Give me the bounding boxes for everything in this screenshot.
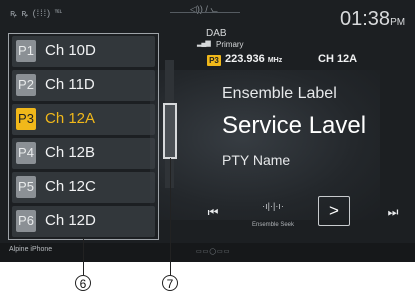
- preset-label: Ch 12D: [45, 212, 96, 229]
- preset-item[interactable]: P5 Ch 12C: [12, 172, 155, 203]
- clock-time: 01:38: [340, 8, 391, 30]
- preset-number: P2: [16, 74, 36, 96]
- scrollbar-thumb[interactable]: [163, 103, 177, 159]
- ensemble-seek-label[interactable]: Ensemble Seek: [240, 222, 306, 228]
- preset-number: P4: [16, 142, 36, 164]
- source-label[interactable]: Alpine iPhone: [9, 246, 52, 253]
- preset-label: Ch 12B: [45, 144, 96, 161]
- frequency: 223.936 MHz: [225, 53, 282, 65]
- callout-7: 7: [162, 275, 178, 291]
- status-icons: ꝶ ꝶ (⁞⁞⁞) ℡: [10, 8, 63, 18]
- status-bar: ꝶ ꝶ (⁞⁞⁞) ℡ ◁)) / ⦦ 01:38PM: [0, 0, 415, 30]
- radio-screen: ꝶ ꝶ (⁞⁞⁞) ℡ ◁)) / ⦦ 01:38PM P1 Ch 10D P2…: [0, 0, 415, 262]
- callout-line-7: [170, 158, 171, 275]
- preset-number: P3: [16, 108, 36, 130]
- signal-strength-icon: ▂▄▆: [197, 40, 211, 47]
- clock: 01:38PM: [340, 8, 405, 31]
- band-label: DAB: [206, 28, 227, 39]
- preset-list: P1 Ch 10D P2 Ch 11D P3 Ch 12A P4 Ch 12B …: [8, 33, 159, 240]
- next-page-button[interactable]: >: [318, 196, 350, 226]
- volume-icon[interactable]: ◁)) / ⦦: [190, 4, 218, 15]
- preset-label: Ch 12A: [45, 110, 96, 127]
- channel-label: CH 12A: [318, 53, 358, 65]
- preset-label: Ch 11D: [45, 76, 95, 93]
- preset-label: Ch 10D: [45, 42, 96, 59]
- preset-number: P6: [16, 210, 36, 232]
- callout-line-6: [83, 238, 84, 275]
- ensemble-label: Ensemble Label: [222, 85, 337, 102]
- frequency-value: 223.936: [225, 53, 265, 65]
- preset-badge: P3: [207, 55, 221, 66]
- preset-item[interactable]: P4 Ch 12B: [12, 138, 155, 169]
- preset-item[interactable]: P2 Ch 11D: [12, 70, 155, 101]
- frequency-unit: MHz: [267, 57, 283, 64]
- next-button[interactable]: ⏭: [380, 203, 406, 221]
- primary-label: Primary: [216, 40, 244, 49]
- preset-item[interactable]: P6 Ch 12D: [12, 206, 155, 237]
- preset-item-active[interactable]: P3 Ch 12A: [12, 104, 155, 135]
- previous-button[interactable]: ⏮: [200, 203, 226, 221]
- status-divider: [170, 12, 240, 13]
- preset-label: Ch 12C: [45, 178, 96, 195]
- preset-number: P5: [16, 176, 36, 198]
- preset-number: P1: [16, 40, 36, 62]
- service-label: Service Lavel: [222, 112, 367, 139]
- preset-item[interactable]: P1 Ch 10D: [12, 36, 155, 67]
- page-indicator: ▭▭◯▭▭: [196, 249, 231, 255]
- clock-ampm: PM: [390, 17, 406, 28]
- callout-6: 6: [75, 275, 91, 291]
- pty-name: PTY Name: [222, 152, 291, 168]
- ensemble-seek-icon[interactable]: ·ı|·|·ı·: [260, 201, 286, 215]
